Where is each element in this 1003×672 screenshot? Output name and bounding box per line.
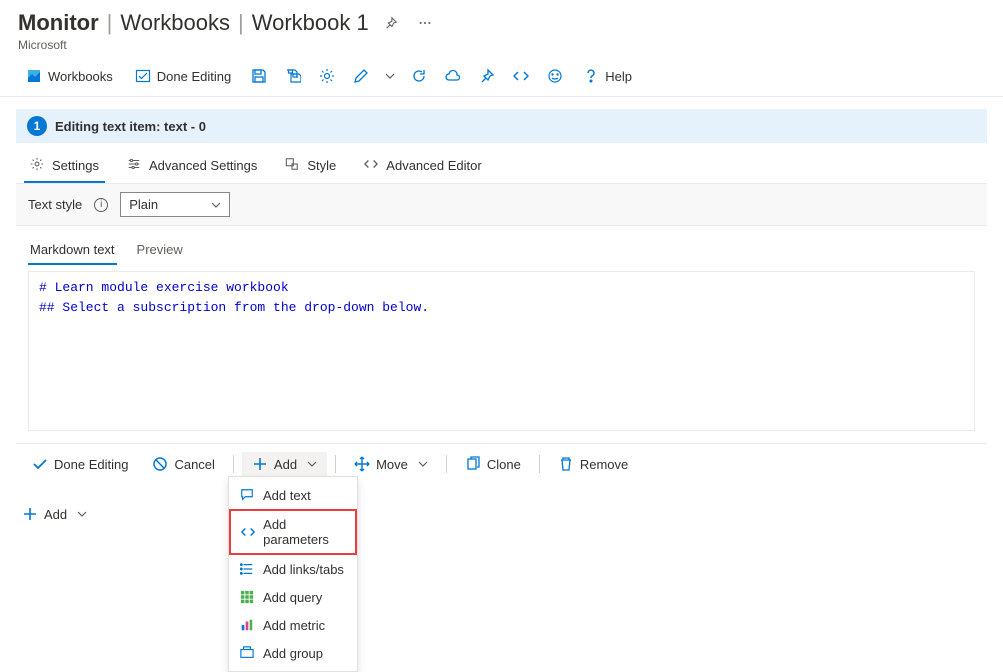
tab-markdown-text[interactable]: Markdown text	[28, 236, 117, 265]
text-style-dropdown[interactable]: Plain	[120, 192, 230, 217]
workbooks-icon	[26, 68, 42, 84]
tab-advanced-editor[interactable]: Advanced Editor	[358, 149, 487, 183]
move-icon	[354, 456, 370, 472]
refresh-icon[interactable]	[405, 64, 433, 88]
sliders-icon	[127, 157, 143, 173]
clone-icon	[465, 456, 481, 472]
workbooks-button[interactable]: Workbooks	[18, 64, 121, 88]
add-button[interactable]: Add	[242, 452, 327, 476]
editor-line: ## Select a subscription from the drop-d…	[39, 298, 964, 318]
title-service: Monitor	[18, 10, 99, 36]
grid-icon	[239, 589, 255, 605]
save-icon[interactable]	[245, 64, 273, 88]
tab-advanced-settings[interactable]: Advanced Settings	[121, 149, 263, 183]
group-icon	[239, 645, 255, 661]
cancel-icon	[152, 456, 168, 472]
bar-chart-icon	[239, 617, 255, 633]
editing-panel-title: Editing text item: text - 0	[55, 119, 206, 134]
done-editing-icon	[135, 68, 151, 84]
pin-toolbar-icon[interactable]	[473, 64, 501, 88]
done-editing-item-button[interactable]: Done Editing	[22, 452, 138, 476]
editing-panel: 1 Editing text item: text - 0 Settings A…	[16, 109, 987, 484]
smile-icon[interactable]	[541, 64, 569, 88]
cloud-icon[interactable]	[439, 64, 467, 88]
gear-icon	[30, 157, 46, 173]
menu-add-text[interactable]: Add text	[229, 481, 357, 509]
panel-tabs: Settings Advanced Settings Style Advance…	[16, 143, 987, 184]
editor-line: # Learn module exercise workbook	[39, 278, 964, 298]
code-params-icon	[241, 524, 255, 540]
help-icon	[583, 68, 599, 84]
menu-add-links-tabs[interactable]: Add links/tabs	[229, 555, 357, 583]
step-badge: 1	[27, 116, 47, 136]
pin-icon[interactable]	[379, 11, 403, 35]
info-icon[interactable]: i	[94, 198, 108, 212]
plus-icon	[22, 506, 38, 522]
move-button[interactable]: Move	[344, 452, 438, 476]
comment-icon	[239, 487, 255, 503]
cancel-button[interactable]: Cancel	[142, 452, 224, 476]
more-icon[interactable]	[413, 11, 437, 35]
menu-add-group[interactable]: Add group	[229, 639, 357, 667]
clone-button[interactable]: Clone	[455, 452, 531, 476]
tenant-label: Microsoft	[18, 38, 985, 52]
title-name: Workbook 1	[252, 10, 369, 36]
text-style-label: Text style	[28, 197, 82, 212]
remove-button[interactable]: Remove	[548, 452, 638, 476]
menu-add-metric[interactable]: Add metric	[229, 611, 357, 639]
command-bar: Workbooks Done Editing Help	[0, 56, 1003, 97]
trash-icon	[558, 456, 574, 472]
menu-add-parameters[interactable]: Add parameters	[229, 509, 357, 555]
list-icon	[239, 561, 255, 577]
check-icon	[32, 456, 48, 472]
page-add-button[interactable]: Add	[18, 502, 91, 526]
title-section: Workbooks	[120, 10, 230, 36]
markdown-editor[interactable]: # Learn module exercise workbook ## Sele…	[28, 271, 975, 431]
add-menu: Add text Add parameters Add links/tabs A…	[228, 476, 358, 672]
help-button[interactable]: Help	[575, 64, 640, 88]
menu-add-query[interactable]: Add query	[229, 583, 357, 611]
tab-preview[interactable]: Preview	[135, 236, 185, 265]
pencil-chevron-icon[interactable]	[381, 71, 399, 81]
save-as-icon[interactable]	[279, 64, 307, 88]
settings-gear-icon[interactable]	[313, 64, 341, 88]
style-layout-icon	[285, 157, 301, 173]
plus-icon	[252, 456, 268, 472]
done-editing-button[interactable]: Done Editing	[127, 64, 239, 88]
item-toolbar: Done Editing Cancel Add Move	[16, 443, 987, 484]
code-icon[interactable]	[507, 64, 535, 88]
page-title: Monitor | Workbooks | Workbook 1	[18, 10, 369, 36]
code-brackets-icon	[364, 157, 380, 173]
tab-settings[interactable]: Settings	[24, 149, 105, 183]
tab-style[interactable]: Style	[279, 149, 342, 183]
pencil-icon[interactable]	[347, 64, 375, 88]
